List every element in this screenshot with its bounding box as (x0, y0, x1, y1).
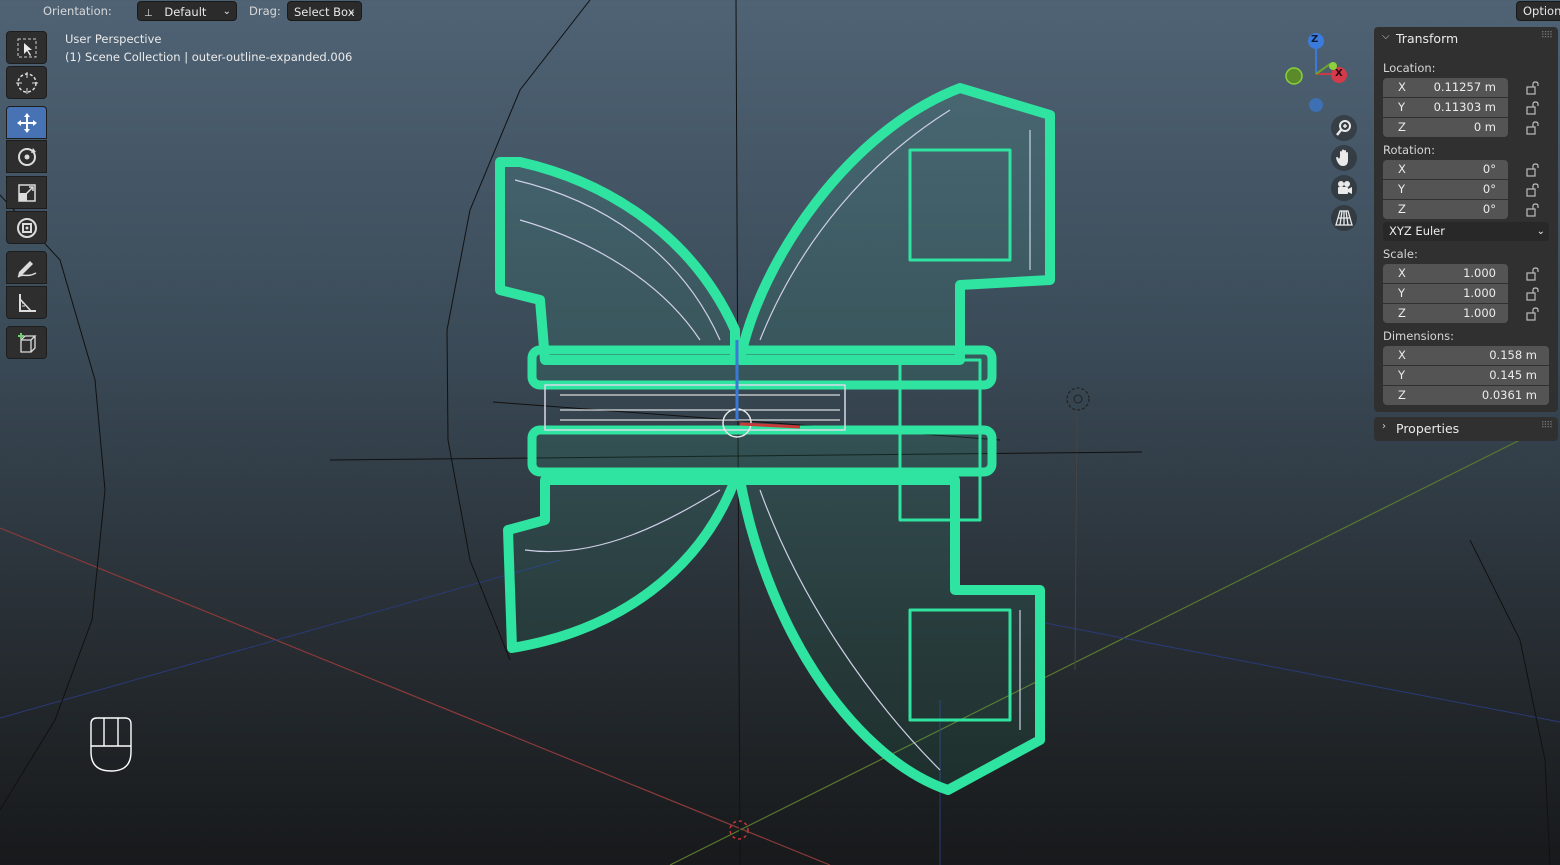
light-object-icon (1073, 394, 1083, 404)
dimensions-y-field[interactable]: Y 0.145 m (1383, 366, 1549, 385)
transform-panel: ⌵ Transform ⠿⠿ Location: X 0.11257 m Y 0.1… (1374, 27, 1558, 412)
annotate-pencil-icon (17, 260, 36, 278)
transform-panel-title[interactable]: Transform (1396, 31, 1458, 46)
zoom-button[interactable] (1331, 115, 1357, 141)
orientation-value: Default (164, 5, 207, 19)
unlock-icon[interactable] (1526, 121, 1540, 135)
scale-icon (17, 183, 36, 202)
camera-icon (1338, 181, 1352, 194)
location-label: Location: (1383, 61, 1436, 75)
gizmo-z-label: Z (1311, 34, 1319, 45)
camera-view-button[interactable] (1331, 175, 1357, 201)
wireframe-object[interactable] (495, 83, 1055, 795)
rotate-tool-button[interactable] (6, 140, 47, 173)
grid-line (1039, 621, 1560, 723)
chevron-down-icon: ⌄ (1536, 226, 1545, 237)
unlock-icon[interactable] (1526, 101, 1540, 115)
cursor-icon (15, 71, 38, 94)
rotation-mode-dropdown[interactable]: XYZ Euler ⌄ (1383, 222, 1549, 241)
light-guide-line (1074, 409, 1078, 671)
scale-label: Scale: (1383, 247, 1418, 261)
chevron-down-icon: ⌄ (222, 6, 231, 17)
dimensions-x-field[interactable]: X 0.158 m (1383, 346, 1549, 365)
camera-frustum-line (1469, 539, 1551, 865)
chevron-right-icon: › (1382, 421, 1386, 432)
measure-tool-button[interactable] (6, 286, 47, 319)
drag-label: Drag: (249, 4, 281, 18)
properties-panel-title: Properties (1396, 421, 1460, 436)
pan-button[interactable] (1331, 145, 1357, 171)
grid-line (0, 559, 561, 719)
location-x-field[interactable]: X 0.11257 m (1383, 78, 1508, 97)
dimensions-label: Dimensions: (1383, 329, 1454, 343)
perspective-toggle-button[interactable] (1331, 205, 1357, 231)
mouse-icon (90, 717, 132, 772)
drag-handle-icon[interactable]: ⠿⠿ (1541, 421, 1553, 431)
orientation-label: Orientation: (43, 4, 112, 18)
scale-y-field[interactable]: Y 1.000 (1383, 284, 1508, 303)
rotate-icon (17, 147, 36, 166)
add-cube-icon (17, 332, 37, 353)
orientation-dropdown[interactable]: ⊥ Default ⌄ (137, 1, 237, 21)
unlock-icon[interactable] (1526, 203, 1540, 217)
unlock-icon[interactable] (1526, 287, 1540, 301)
properties-panel[interactable]: › Properties ⠿⠿ (1374, 417, 1558, 441)
rotation-label: Rotation: (1383, 143, 1435, 157)
drag-handle-icon[interactable]: ⠿⠿ (1541, 31, 1553, 41)
measure-ruler-icon (18, 293, 36, 312)
move-tool-button[interactable] (6, 106, 47, 139)
scale-x-field[interactable]: X 1.000 (1383, 264, 1508, 283)
light-object-icon[interactable] (1066, 387, 1090, 411)
drag-dropdown[interactable]: Select Box ⌄ (287, 1, 362, 21)
location-y-field[interactable]: Y 0.11303 m (1383, 98, 1508, 117)
scale-z-field[interactable]: Z 1.000 (1383, 304, 1508, 323)
unlock-icon[interactable] (1526, 81, 1540, 95)
zoom-magnifier-icon (1336, 120, 1351, 136)
grid-perspective-icon (1335, 210, 1353, 226)
annotate-tool-button[interactable] (6, 251, 47, 284)
viewport-header: Orientation: ⊥ Default ⌄ Drag: Select Bo… (0, 0, 1560, 22)
view-name-text: User Perspective (65, 32, 162, 46)
gizmo-y-axis[interactable] (1285, 67, 1303, 85)
gizmo-x-label: X (1335, 68, 1343, 79)
unlock-icon[interactable] (1526, 267, 1540, 281)
collection-info-text: (1) Scene Collection | outer-outline-exp… (65, 50, 353, 64)
x-axis-line (0, 527, 831, 865)
options-button[interactable]: Options (1516, 1, 1560, 21)
move-icon (16, 112, 37, 133)
select-box-icon (17, 38, 36, 57)
chevron-down-icon: ⌄ (347, 6, 356, 17)
rotation-z-field[interactable]: Z 0° (1383, 200, 1508, 219)
location-z-field[interactable]: Z0 m (1383, 118, 1508, 137)
unlock-icon[interactable] (1526, 163, 1540, 177)
transform-tool-button[interactable] (6, 211, 47, 244)
viewport-scene[interactable] (0, 0, 1560, 865)
rotation-mode-value: XYZ Euler (1389, 224, 1445, 238)
add-cube-tool-button[interactable] (6, 326, 47, 359)
drag-value: Select Box (294, 5, 355, 19)
scale-tool-button[interactable] (6, 176, 47, 209)
select-box-tool-button[interactable] (6, 31, 47, 64)
rotation-x-field[interactable]: X 0° (1383, 160, 1508, 179)
unlock-icon[interactable] (1526, 307, 1540, 321)
unlock-icon[interactable] (1526, 183, 1540, 197)
gizmo-neg-z-axis[interactable] (1309, 98, 1323, 112)
cursor-tool-button[interactable] (6, 66, 47, 99)
transform-icon (16, 217, 37, 238)
rotation-y-field[interactable]: Y 0° (1383, 180, 1508, 199)
hand-icon (1336, 149, 1348, 166)
chevron-down-icon[interactable]: ⌵ (1382, 31, 1390, 42)
dimensions-z-field[interactable]: Z 0.0361 m (1383, 386, 1549, 405)
orientation-axes-icon: ⊥ (144, 8, 153, 19)
